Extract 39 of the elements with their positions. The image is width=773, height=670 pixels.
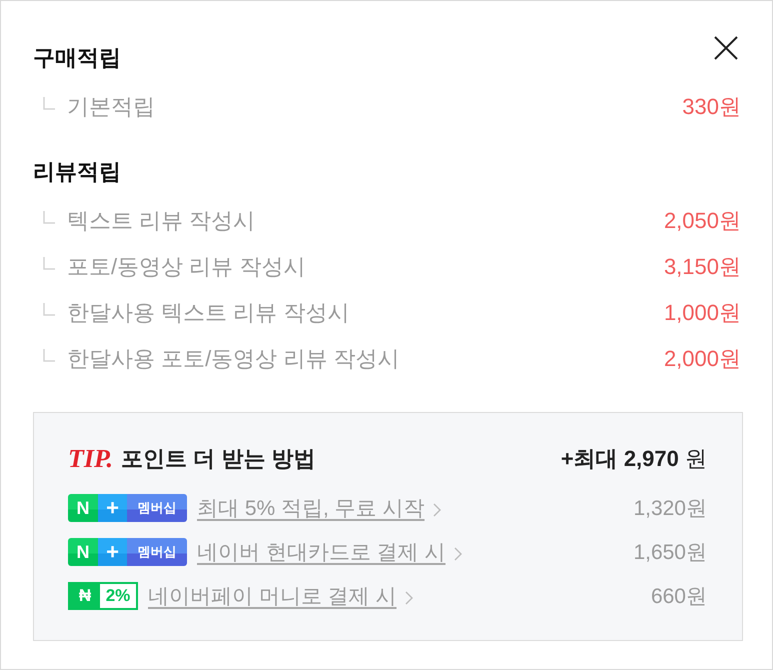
badge-plus: + [98,538,127,566]
chevron-right-icon [432,503,441,517]
chevron-right-icon [454,547,462,561]
reward-amount: 330원 [682,93,741,121]
reward-amount: 3,150원 [664,253,741,281]
badge-label: 멤버십 [127,538,187,566]
tip-label: TIP. [68,444,114,474]
corner-line-icon [43,302,55,316]
offer-amount: 1,320원 [633,496,707,522]
reward-amount: 1,000원 [664,299,741,327]
reward-label: 텍스트 리뷰 작성시 [67,207,256,235]
offer-link[interactable]: 최대 5% 적립, 무료 시작 [197,494,425,522]
offer-link[interactable]: 네이버 현대카드로 결제 시 [197,538,446,566]
close-button[interactable] [714,36,738,60]
corner-line-icon [43,348,55,362]
offer-amount: 660원 [650,584,707,610]
reward-amount: 2,050원 [664,207,741,235]
reward-amount: 2,000원 [664,345,741,373]
badge-letter: N [68,494,98,522]
reward-label: 기본적립 [67,93,155,121]
reward-label: 한달사용 텍스트 리뷰 작성시 [67,299,350,327]
badge-letter: N [68,538,98,566]
badge-percent: 2% [104,585,132,607]
offer-amount: 1,650원 [633,540,707,566]
badge-letter: ₦ [70,584,100,608]
offer-link[interactable]: 네이버페이 머니로 결제 시 [148,582,397,610]
corner-line-icon [43,96,55,110]
max-points-total: +최대 2,970 원 [560,445,707,473]
section-title: 리뷰적립 [33,158,121,186]
corner-line-icon [43,210,55,224]
badge-plus: + [98,494,127,522]
chevron-right-icon [404,591,413,605]
badge-label: 멤버십 [127,494,187,522]
section-title: 구매적립 [33,44,121,72]
tip-title: 포인트 더 받는 방법 [121,445,316,473]
reward-label: 한달사용 포토/동영상 리뷰 작성시 [67,345,400,373]
reward-label: 포토/동영상 리뷰 작성시 [67,253,306,281]
close-icon [714,36,738,60]
corner-line-icon [43,256,55,270]
